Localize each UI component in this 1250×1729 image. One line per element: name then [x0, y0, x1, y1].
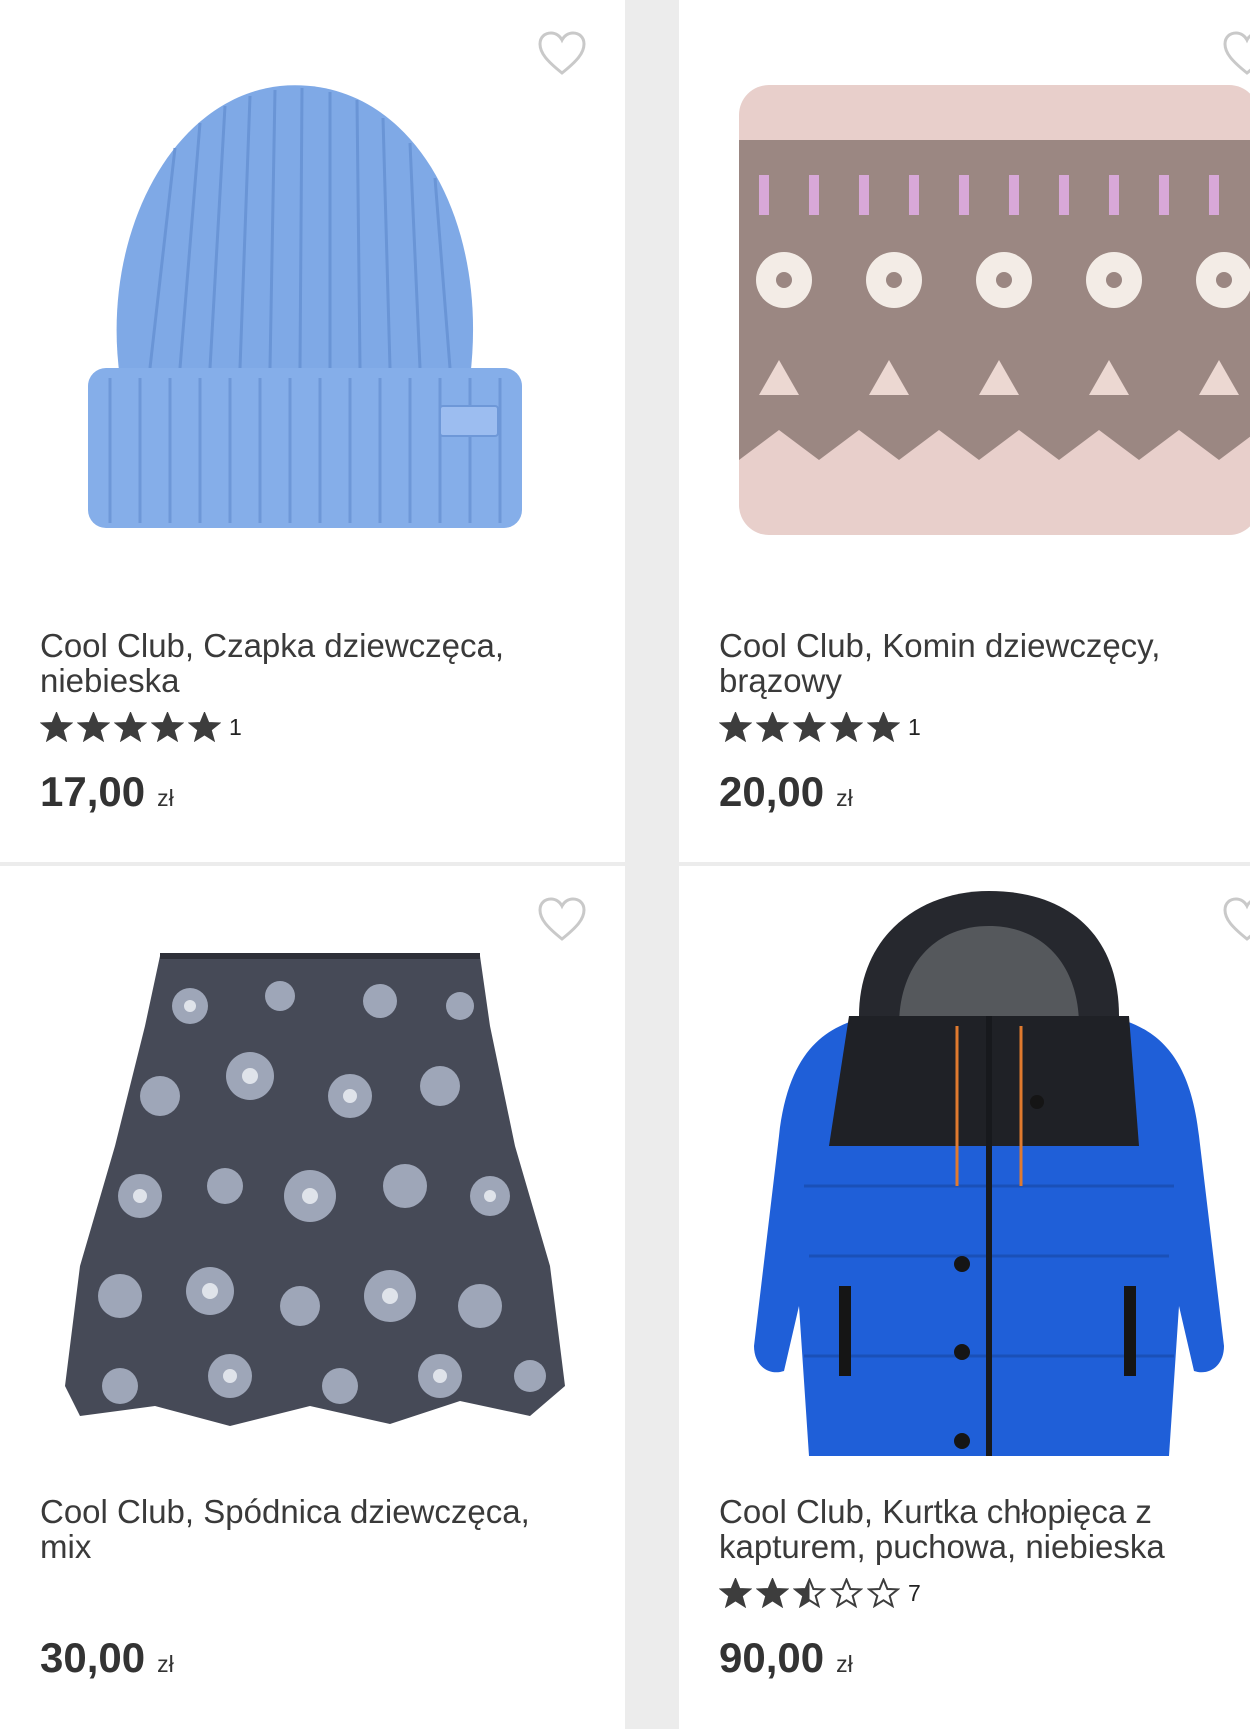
- star-filled-icon: [867, 712, 900, 742]
- star-filled-icon: [830, 712, 863, 742]
- product-card[interactable]: Cool Club, Kurtka chłopięca z kapturem, …: [679, 866, 1250, 1729]
- star-filled-icon: [756, 1578, 789, 1608]
- heart-icon[interactable]: [537, 30, 587, 76]
- price-value: 90,00: [719, 1634, 825, 1681]
- product-title[interactable]: Cool Club, Czapka dziewczęca, niebieska: [40, 628, 600, 698]
- price: 20,00 zł: [719, 768, 853, 816]
- heart-icon[interactable]: [1222, 30, 1250, 76]
- rating: 1: [40, 712, 242, 742]
- product-title-line: brązowy: [719, 662, 842, 699]
- rating-count: 1: [908, 713, 921, 740]
- rating: 1: [719, 712, 921, 742]
- rating-stars: [719, 1578, 900, 1608]
- price-currency: zł: [836, 785, 853, 811]
- rating: 7: [719, 1578, 921, 1608]
- star-filled-icon: [151, 712, 184, 742]
- product-image-beanie[interactable]: [80, 78, 530, 548]
- star-empty-icon: [830, 1578, 863, 1608]
- price-currency: zł: [157, 1651, 174, 1677]
- rating-count: 1: [229, 713, 242, 740]
- product-title-line: Cool Club, Komin dziewczęcy,: [719, 627, 1161, 664]
- product-title[interactable]: Cool Club, Spódnica dziewczęca, mix: [40, 1494, 600, 1564]
- product-title-line: kapturem, puchowa, niebieska: [719, 1528, 1165, 1565]
- product-title-line: mix: [40, 1528, 92, 1565]
- price-value: 30,00: [40, 1634, 146, 1681]
- rating-stars: [719, 712, 900, 742]
- product-card[interactable]: Cool Club, Czapka dziewczęca, niebieska …: [0, 0, 625, 862]
- product-card[interactable]: Cool Club, Komin dziewczęcy, brązowy 1 2…: [679, 0, 1250, 862]
- star-filled-icon: [793, 712, 826, 742]
- price: 17,00 zł: [40, 768, 174, 816]
- star-filled-icon: [719, 712, 752, 742]
- product-title[interactable]: Cool Club, Komin dziewczęcy, brązowy: [719, 628, 1239, 698]
- price-currency: zł: [157, 785, 174, 811]
- rating-count: 7: [908, 1579, 921, 1606]
- star-filled-icon: [188, 712, 221, 742]
- star-empty-icon: [867, 1578, 900, 1608]
- product-title-line: Cool Club, Kurtka chłopięca z: [719, 1493, 1152, 1530]
- star-filled-icon: [114, 712, 147, 742]
- star-filled-icon: [77, 712, 110, 742]
- product-image-snood[interactable]: [739, 85, 1250, 535]
- rating-stars: [40, 712, 221, 742]
- star-half-icon: [793, 1578, 826, 1608]
- product-image-jacket[interactable]: [719, 886, 1249, 1516]
- product-grid: Cool Club, Czapka dziewczęca, niebieska …: [0, 0, 1250, 1729]
- price-value: 17,00: [40, 768, 146, 815]
- price-currency: zł: [836, 1651, 853, 1677]
- price: 90,00 zł: [719, 1634, 853, 1682]
- product-title-line: Cool Club, Spódnica dziewczęca,: [40, 1493, 530, 1530]
- product-title-line: Cool Club, Czapka dziewczęca,: [40, 627, 505, 664]
- product-title-line: niebieska: [40, 662, 180, 699]
- product-card[interactable]: Cool Club, Spódnica dziewczęca, mix 30,0…: [0, 866, 625, 1729]
- heart-icon[interactable]: [537, 896, 587, 942]
- star-filled-icon: [40, 712, 73, 742]
- product-image-skirt[interactable]: [60, 946, 570, 1476]
- star-filled-icon: [719, 1578, 752, 1608]
- star-filled-icon: [756, 712, 789, 742]
- price-value: 20,00: [719, 768, 825, 815]
- product-title[interactable]: Cool Club, Kurtka chłopięca z kapturem, …: [719, 1494, 1239, 1564]
- price: 30,00 zł: [40, 1634, 174, 1682]
